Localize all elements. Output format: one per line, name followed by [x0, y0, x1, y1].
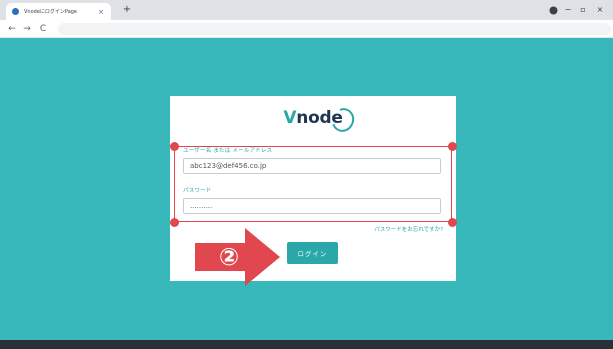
restore-button[interactable]: ▫ — [577, 4, 589, 16]
highlight-corner-dot — [447, 141, 457, 151]
minimize-button[interactable]: − — [562, 4, 574, 16]
tab-bar: VnodeにログインPage × + − ▫ × — [0, 0, 613, 20]
browser-tab[interactable]: VnodeにログインPage × — [6, 3, 111, 20]
forgot-password-link[interactable]: パスワードをお忘れですか? — [374, 225, 443, 233]
reload-button[interactable]: C — [37, 22, 49, 36]
new-tab-button[interactable]: + — [121, 3, 133, 17]
highlight-corner-dot — [169, 141, 179, 151]
step-arrow-icon: ② — [195, 228, 280, 286]
window-close-button[interactable]: × — [594, 4, 606, 16]
highlight-corner-dot — [169, 217, 179, 227]
browser-window: VnodeにログインPage × + − ▫ × ← → C Vnode ユーザ… — [0, 0, 613, 349]
taskbar-strip — [0, 340, 613, 349]
vnode-logo: Vnode — [283, 108, 343, 128]
browser-toolbar: ← → C — [0, 20, 613, 38]
address-bar[interactable] — [58, 23, 611, 35]
tab-title: VnodeにログインPage — [24, 9, 78, 15]
favicon-icon — [12, 8, 19, 15]
back-button[interactable]: ← — [6, 22, 18, 36]
profile-icon[interactable] — [547, 4, 559, 16]
tab-close-icon[interactable]: × — [97, 8, 105, 16]
step-number: ② — [219, 243, 239, 271]
forward-button[interactable]: → — [21, 22, 33, 36]
login-button[interactable]: ログイン — [287, 242, 338, 264]
highlight-corner-dot — [447, 217, 457, 227]
input-highlight-box — [174, 146, 452, 222]
